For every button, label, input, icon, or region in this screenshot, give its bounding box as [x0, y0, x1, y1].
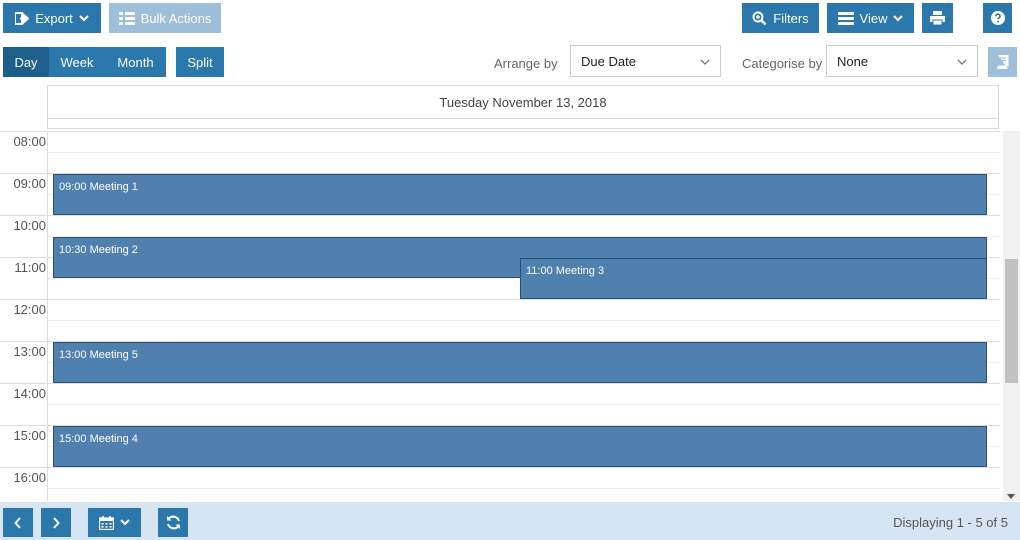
- bulk-actions-button[interactable]: Bulk Actions: [109, 3, 221, 33]
- time-label: 16:00: [13, 470, 46, 485]
- refresh-button[interactable]: [158, 508, 188, 537]
- list-icon: [837, 11, 854, 25]
- help-button[interactable]: [983, 3, 1012, 33]
- chevron-down-icon: [79, 14, 89, 22]
- half-hour-line: [47, 488, 999, 489]
- refresh-icon: [166, 515, 181, 530]
- calendar-icon: [99, 515, 114, 530]
- chevron-left-icon: [14, 516, 22, 529]
- footer-bar: Displaying 1 - 5 of 5: [0, 502, 1020, 540]
- view-tabs: Day Week Month: [3, 47, 166, 77]
- time-label: 15:00: [13, 428, 46, 443]
- calendar-event[interactable]: 13:00 Meeting 5: [53, 342, 987, 383]
- arrange-by-label: Arrange by: [494, 56, 558, 71]
- view-button[interactable]: View: [827, 3, 914, 33]
- view-label: View: [859, 10, 888, 26]
- pagination-status: Displaying 1 - 5 of 5: [893, 515, 1008, 530]
- hour-line: [0, 215, 1000, 216]
- print-icon: [930, 11, 945, 25]
- time-label: 12:00: [13, 302, 46, 317]
- time-label: 14:00: [13, 386, 46, 401]
- scroll-down-arrow-icon[interactable]: [1007, 494, 1015, 499]
- date-picker-button[interactable]: [88, 508, 141, 537]
- half-hour-line: [47, 404, 999, 405]
- time-label: 09:00: [13, 176, 46, 191]
- arrange-by-select[interactable]: Due Date: [570, 45, 721, 77]
- export-button[interactable]: Export: [3, 3, 101, 33]
- chevron-down-icon: [120, 519, 130, 526]
- calendar-event[interactable]: 11:00 Meeting 3: [520, 258, 987, 299]
- chevron-down-icon: [700, 54, 710, 69]
- half-hour-line: [47, 152, 999, 153]
- legend-button[interactable]: [988, 47, 1017, 77]
- hour-line: [0, 383, 1000, 384]
- hour-line: [0, 131, 1000, 132]
- export-label: Export: [35, 10, 73, 26]
- half-hour-line: [47, 320, 999, 321]
- chevron-down-icon: [957, 54, 967, 69]
- chevron-right-icon: [52, 516, 60, 529]
- hour-line: [0, 299, 1000, 300]
- time-label: 08:00: [13, 134, 46, 149]
- calendar-event[interactable]: 15:00 Meeting 4: [53, 426, 987, 467]
- vertical-scrollbar[interactable]: [1003, 131, 1020, 501]
- time-label: 10:00: [13, 218, 46, 233]
- book-icon: [996, 55, 1009, 69]
- next-button[interactable]: [41, 508, 71, 537]
- time-grid[interactable]: 08:00 09:00 10:00 11:00 12:00 13:00 14:00 15:00…: [0, 131, 1000, 501]
- print-button[interactable]: [922, 3, 953, 33]
- filters-button[interactable]: Filters: [742, 3, 819, 33]
- split-button[interactable]: Split: [176, 47, 224, 77]
- time-label: 11:00: [14, 260, 46, 275]
- tab-week[interactable]: Week: [49, 47, 105, 77]
- question-circle-icon: [990, 11, 1005, 25]
- date-header: Tuesday November 13, 2018: [47, 85, 999, 119]
- scroll-thumb[interactable]: [1005, 259, 1018, 383]
- prev-button[interactable]: [3, 508, 33, 537]
- all-day-strip[interactable]: [47, 119, 999, 129]
- categorise-by-value: None: [837, 53, 869, 69]
- chevron-down-icon: [893, 14, 904, 22]
- grid-icon: [118, 11, 135, 25]
- day-calendar: Tuesday November 13, 2018 08:00 09:00 10:0…: [0, 85, 1020, 501]
- tab-month[interactable]: Month: [105, 47, 166, 77]
- hour-line: [0, 467, 1000, 468]
- arrange-by-value: Due Date: [581, 53, 636, 69]
- categorise-by-label: Categorise by: [742, 56, 823, 71]
- export-icon: [15, 11, 30, 25]
- tab-day[interactable]: Day: [3, 47, 49, 77]
- calendar-event[interactable]: 09:00 Meeting 1: [53, 174, 987, 215]
- zoom-search-icon: [752, 11, 767, 26]
- bulk-actions-label: Bulk Actions: [140, 10, 212, 26]
- filters-label: Filters: [773, 10, 809, 26]
- time-label: 13:00: [13, 344, 46, 359]
- categorise-by-select[interactable]: None: [826, 45, 978, 77]
